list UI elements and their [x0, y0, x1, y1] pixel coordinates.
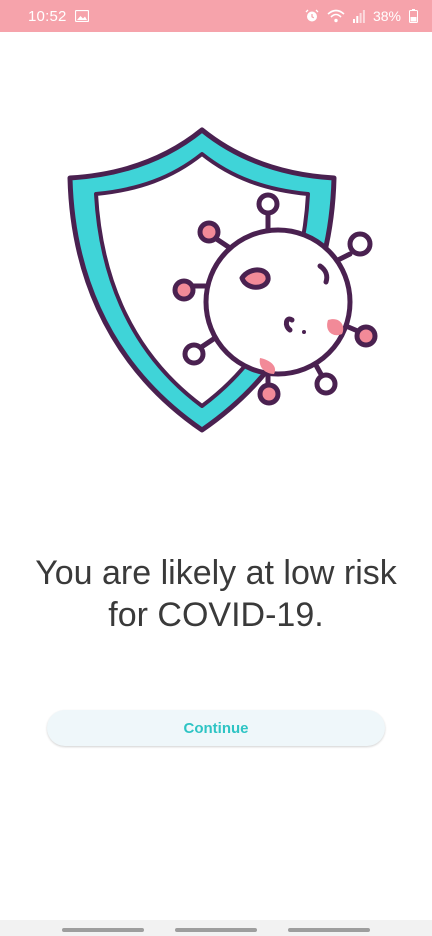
gallery-icon — [74, 10, 89, 22]
nav-back-handle[interactable] — [62, 928, 144, 932]
wifi-icon — [327, 9, 345, 23]
continue-button[interactable]: Continue — [47, 710, 385, 746]
status-left: 10:52 — [28, 8, 89, 25]
nav-recents-handle[interactable] — [288, 928, 370, 932]
alarm-icon — [305, 9, 319, 23]
status-time: 10:52 — [28, 7, 67, 25]
status-right: 38% — [305, 8, 418, 24]
result-message: You are likely at low risk for COVID-19. — [35, 554, 397, 634]
status-bar: 10:52 38% — [0, 0, 432, 32]
navigation-bar — [0, 920, 432, 936]
nav-home-handle[interactable] — [175, 928, 257, 932]
battery-percent: 38% — [372, 8, 401, 24]
battery-icon — [409, 9, 418, 23]
signal-icon — [352, 9, 365, 23]
shield-virus-illustration — [60, 120, 390, 440]
